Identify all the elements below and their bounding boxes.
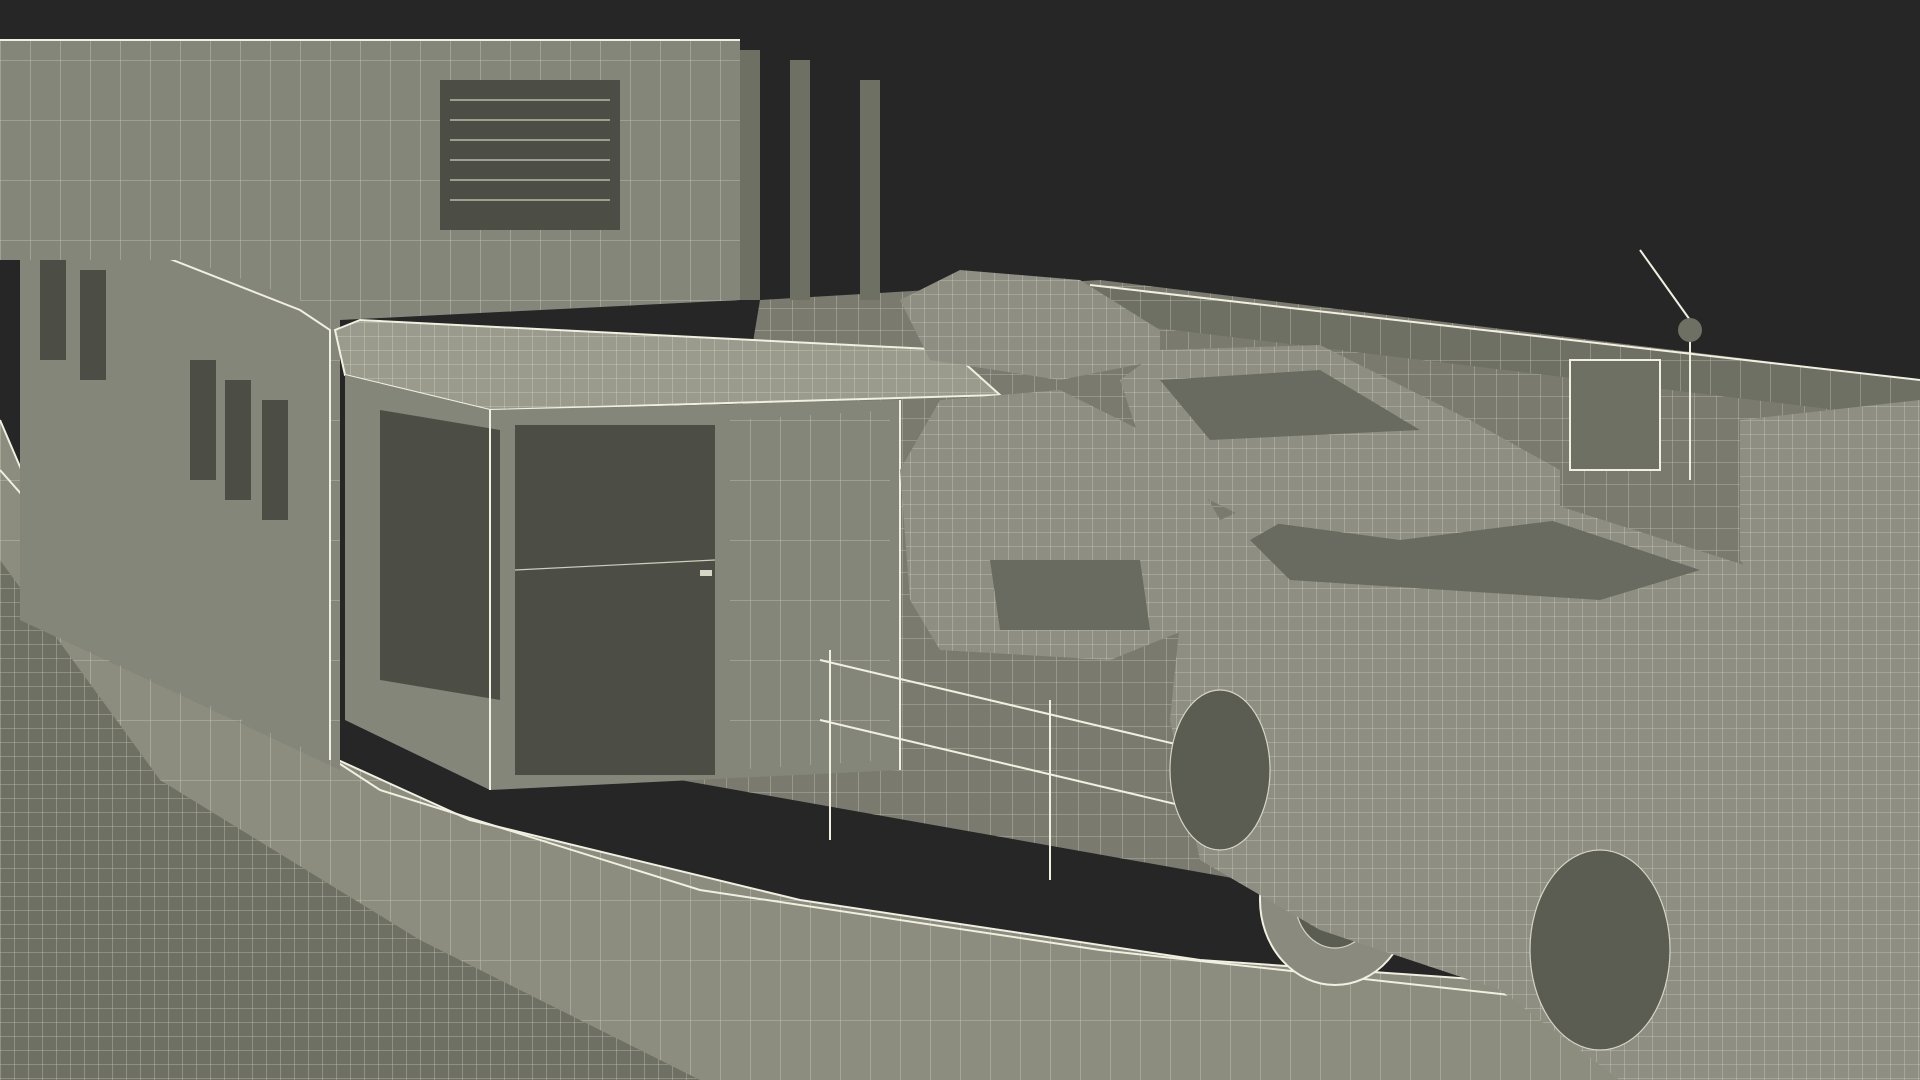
wireframe-ship-render	[0, 39, 1920, 1080]
door-handle	[700, 570, 712, 576]
render-viewport	[0, 0, 1920, 1080]
deck-cabin	[345, 375, 901, 790]
cabin-door	[515, 425, 715, 775]
